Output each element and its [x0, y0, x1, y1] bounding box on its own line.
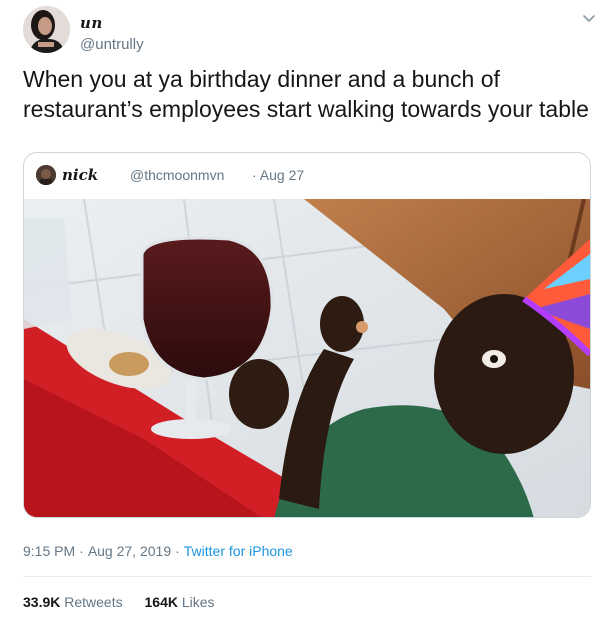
avatar[interactable] [23, 6, 70, 53]
tweet-text: When you at ya birthday dinner and a bun… [23, 64, 603, 124]
quoted-avatar [36, 165, 56, 185]
likes-count: 164K [144, 594, 178, 610]
quoted-handle: @thcmoonmvn [130, 167, 225, 183]
tweet-meta: 9:15 PM · Aug 27, 2019 · Twitter for iPhone [23, 543, 293, 559]
likes-label: Likes [181, 594, 215, 610]
meta-separator: · [175, 543, 180, 559]
meta-separator: · [79, 543, 84, 559]
quoted-display-name: nick [62, 166, 99, 184]
tweet-header: un @untrully [23, 6, 603, 56]
avatar-image [23, 6, 70, 53]
retweets-label: Retweets [64, 594, 123, 610]
chevron-down-icon[interactable] [581, 10, 597, 26]
tweet-time[interactable]: 9:15 PM [23, 543, 75, 559]
tweet-card: un @untrully When you at ya birthday din… [0, 0, 615, 624]
retweets-stat[interactable]: 33.9K Retweets [23, 594, 123, 610]
quoted-date: Aug 27 [252, 167, 304, 183]
retweets-count: 33.9K [23, 594, 61, 610]
quoted-tweet[interactable]: nick @thcmoonmvn Aug 27 [23, 152, 591, 518]
tweet-text-line: When you at ya birthday dinner and a bun… [23, 66, 500, 92]
quoted-avatar-image [36, 165, 56, 185]
quoted-tweet-header: nick @thcmoonmvn Aug 27 [36, 163, 576, 187]
tweet-source-link[interactable]: Twitter for iPhone [184, 543, 293, 559]
tweet-stats: 33.9K Retweets 164K Likes [23, 594, 233, 610]
tweet-text-line: restaurant’s employees start walking tow… [23, 96, 589, 122]
divider [23, 576, 591, 577]
display-name[interactable]: un [80, 14, 103, 32]
user-handle[interactable]: @untrully [80, 36, 144, 53]
likes-stat[interactable]: 164K Likes [145, 594, 215, 610]
tweet-date[interactable]: Aug 27, 2019 [88, 543, 171, 559]
quoted-photo[interactable] [24, 199, 590, 518]
